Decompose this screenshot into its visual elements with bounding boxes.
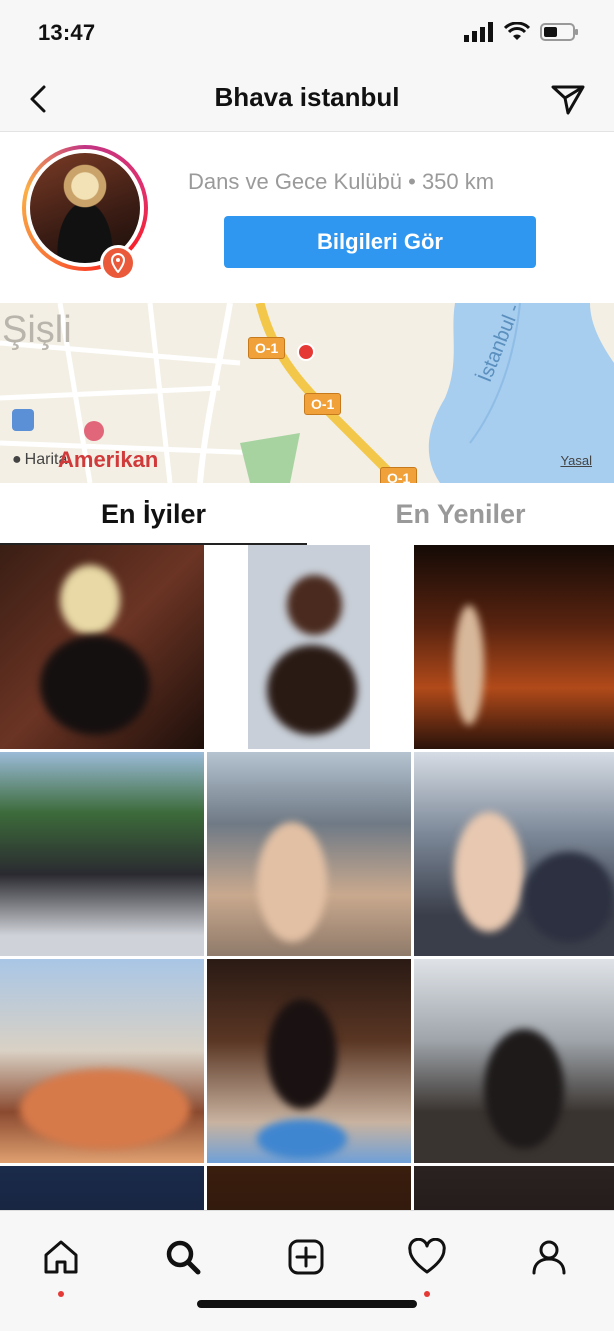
status-icons — [464, 22, 580, 42]
status-time: 13:47 — [38, 20, 96, 45]
grid-photo[interactable] — [0, 752, 204, 956]
map-legal-link[interactable]: Yasal — [560, 453, 592, 468]
add-icon — [288, 1239, 324, 1275]
map-hospital-label: Amerikan — [58, 447, 159, 472]
tab-profile[interactable] — [519, 1227, 579, 1287]
map-district-label: Şişli — [2, 309, 72, 351]
location-pin-icon — [110, 253, 126, 273]
home-indicator — [197, 1300, 417, 1308]
nav-bar: Bhava istanbul — [0, 66, 614, 132]
tab-top[interactable]: En İyiler — [0, 483, 307, 545]
tab-home[interactable] — [31, 1227, 91, 1287]
photo-grid — [0, 545, 614, 1210]
grid-photo[interactable] — [414, 959, 614, 1163]
post-tabs: En İyiler En Yeniler — [0, 483, 614, 545]
tab-add[interactable] — [276, 1227, 336, 1287]
bottom-tab-bar — [0, 1210, 614, 1331]
status-bar: 13:47 — [0, 0, 614, 66]
notification-dot — [424, 1291, 430, 1297]
grid-photo[interactable] — [0, 1166, 204, 1210]
grid-photo[interactable] — [207, 545, 411, 749]
grid-photo[interactable] — [0, 959, 204, 1163]
notification-dot — [58, 1291, 64, 1297]
location-category: Dans ve Gece Kulübü • 350 km — [188, 169, 495, 194]
grid-photo[interactable] — [414, 752, 614, 956]
location-map[interactable]: Şişli O-1 O-1 O-1 İstanbul - Od ● Harita… — [0, 303, 614, 483]
road-badge: O-1 — [380, 467, 418, 483]
paper-plane-icon — [551, 85, 585, 115]
signal-icon — [464, 22, 493, 42]
tab-activity[interactable] — [397, 1227, 457, 1287]
hospital-poi-icon — [84, 421, 104, 441]
apple-icon: ● — [12, 451, 22, 468]
view-info-button[interactable]: Bilgileri Gör — [224, 216, 536, 268]
grid-photo[interactable] — [207, 959, 411, 1163]
share-button[interactable] — [548, 79, 588, 119]
location-pin-badge — [100, 245, 136, 281]
road-badge: O-1 — [248, 337, 286, 359]
search-icon — [166, 1240, 201, 1275]
grid-photo[interactable] — [414, 1166, 614, 1210]
tab-recent[interactable]: En Yeniler — [307, 483, 614, 545]
map-pin-icon — [297, 343, 315, 361]
location-header: Dans ve Gece Kulübü • 350 km Bilgileri G… — [0, 133, 614, 303]
grid-photo[interactable] — [414, 545, 614, 749]
transit-icon — [12, 409, 34, 431]
battery-icon — [540, 23, 578, 41]
page-title: Bhava istanbul — [214, 82, 400, 112]
home-icon — [44, 1240, 78, 1274]
grid-photo[interactable] — [207, 752, 411, 956]
heart-icon — [408, 1238, 446, 1274]
wifi-icon — [504, 22, 530, 40]
grid-photo[interactable] — [0, 545, 204, 749]
road-badge: O-1 — [304, 393, 342, 415]
tab-search[interactable] — [153, 1227, 213, 1287]
grid-photo[interactable] — [207, 1166, 411, 1210]
profile-icon — [532, 1240, 566, 1275]
